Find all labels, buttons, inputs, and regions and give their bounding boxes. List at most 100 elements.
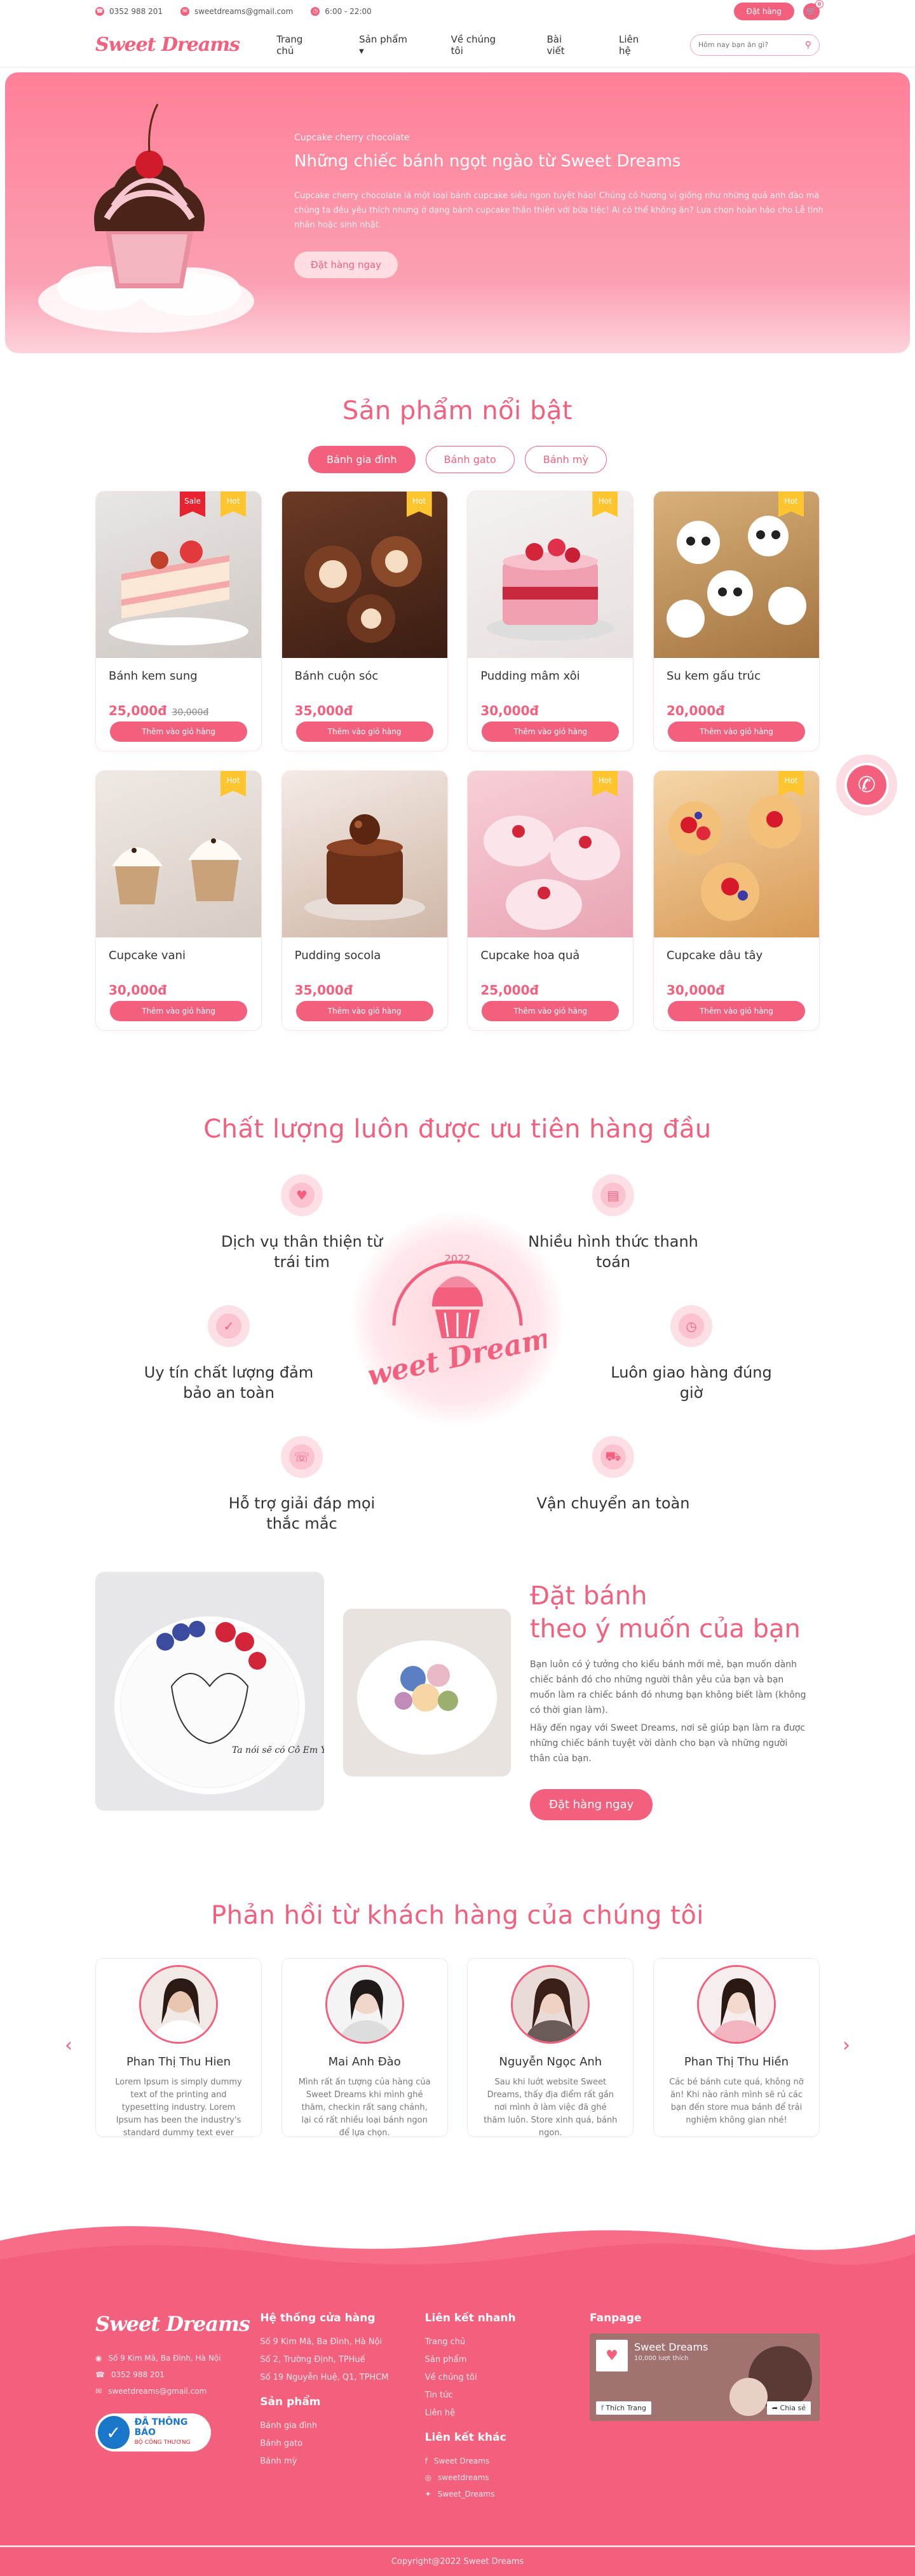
nav-item-products[interactable]: Sản phẩm ▾ [359, 34, 414, 57]
footer-link[interactable]: Tin tức [425, 2387, 590, 2405]
avatar [325, 1965, 404, 2044]
product-price: 35,000đ [294, 983, 353, 998]
product-image: Hot [468, 492, 634, 658]
add-to-cart-button[interactable]: Thêm vào giỏ hàng [295, 721, 433, 742]
strawberry-tart-illustration [668, 795, 801, 921]
phone-icon: ✆ [844, 763, 889, 807]
tab-gato[interactable]: Bánh gato [425, 446, 515, 473]
tab-bread[interactable]: Bánh mỳ [524, 446, 607, 473]
social-instagram[interactable]: ◎ sweetdreams [425, 2469, 590, 2486]
search-icon[interactable]: ⚲ [805, 40, 811, 50]
footer-email[interactable]: ✉ sweetdreams@gmail.com [95, 2383, 260, 2399]
hero-order-button[interactable]: Đặt hàng ngay [294, 252, 398, 278]
prev-arrow-icon[interactable]: ‹ [65, 2034, 72, 2056]
mail-icon: ✉ [95, 2387, 102, 2396]
product-image: Hot [468, 771, 634, 937]
twitter-icon: ✦ [424, 2490, 431, 2499]
footer-social-title: Liên kết khác [424, 2431, 506, 2444]
quality-title: Chất lượng luôn được ưu tiên hàng đầu [203, 1115, 712, 1144]
site-logo[interactable]: Sweet Dreams [95, 34, 276, 56]
brand-emblem-graphic: 2022 Sweet Dreams [369, 1252, 546, 1397]
flower-cake-image [343, 1609, 511, 1776]
product-name[interactable]: Bánh kem sung [96, 658, 261, 683]
product-name[interactable]: Bánh cuộn sóc [282, 658, 447, 683]
add-to-cart-button[interactable]: Thêm vào giỏ hàng [667, 1001, 805, 1021]
floating-call-button[interactable]: ✆ [836, 755, 897, 815]
product-name[interactable]: Pudding socola [282, 937, 447, 962]
topbar-phone[interactable]: ☎ 0352 988 201 [95, 7, 163, 16]
footer-link[interactable]: Trang chủ [425, 2333, 590, 2351]
review-card: Phan Thị Thu Hiền Các bé bánh cute quá, … [653, 1958, 820, 2137]
shield-check-icon: ✓ [208, 1305, 250, 1347]
avatar [139, 1965, 218, 2044]
order-button[interactable]: Đặt hàng [733, 3, 794, 20]
product-card[interactable]: Hot Su kem gấu trúc 20,000đ Thêm vào giỏ… [653, 491, 820, 751]
instagram-icon: ◎ [424, 2473, 432, 2482]
social-facebook[interactable]: f Sweet Dreams [425, 2453, 590, 2469]
add-to-cart-button[interactable]: Thêm vào giỏ hàng [110, 721, 247, 742]
fanpage-share-button[interactable]: ➦ Chia sẻ [766, 2401, 811, 2415]
support-icon: ☏ [281, 1436, 323, 1478]
product-card[interactable]: Hot Cupcake hoa quả 25,000đ Thêm vào giỏ… [467, 770, 634, 1031]
tab-family-cakes[interactable]: Bánh gia đình [308, 446, 416, 473]
quality-item: ✓ Uy tín chất lượng đảm bảo an toàn [140, 1305, 318, 1403]
review-card: Nguyễn Ngọc Anh Sau khi luớt website Swe… [467, 1958, 634, 2138]
nav-item-home[interactable]: Trang chủ [276, 34, 322, 57]
product-price: 25,000đ [109, 703, 167, 718]
product-card[interactable]: Hot Cupcake dâu tây 30,000đ Thêm vào giỏ… [653, 770, 820, 1031]
bct-certification-badge[interactable]: ✓ ĐÃ THÔNG BÁO BỘ CÔNG THƯƠNG [95, 2413, 211, 2452]
product-card[interactable]: Hot Pudding mâm xôi 30,000đ Thêm vào giỏ… [467, 491, 634, 751]
main-navigation: Sweet Dreams Trang chủ Sản phẩm ▾ Về chú… [0, 23, 915, 67]
reviewer-name: Phan Thị Thu Hien [126, 2055, 231, 2069]
nav-item-contact[interactable]: Liên hệ [619, 34, 653, 57]
footer-phone[interactable]: ☎ 0352 988 201 [95, 2366, 260, 2383]
footer-logo[interactable]: Sweet Dreams [95, 2312, 260, 2336]
hero-subtitle: Cupcake cherry chocolate [294, 133, 410, 143]
nav-item-posts[interactable]: Bài viết [546, 34, 582, 57]
custom-order-button[interactable]: Đặt hàng ngay [530, 1789, 653, 1820]
nav-item-about[interactable]: Về chúng tôi [451, 34, 510, 57]
product-card[interactable]: Hot Cupcake vani 30,000đ Thêm vào giỏ hà… [95, 770, 262, 1031]
add-to-cart-button[interactable]: Thêm vào giỏ hàng [110, 1001, 247, 1021]
footer-product-link[interactable]: Bánh mỳ [260, 2453, 424, 2471]
add-to-cart-button[interactable]: Thêm vào giỏ hàng [482, 1001, 620, 1021]
product-price: 30,000đ [666, 983, 725, 998]
quality-item: ▤ Nhiều hình thức thanh toán [524, 1174, 702, 1272]
add-to-cart-button[interactable]: Thêm vào giỏ hàng [667, 721, 805, 742]
cart-button[interactable]: 🛒 0 [803, 0, 824, 20]
chocolate-pudding-illustration [304, 814, 425, 920]
reviewer-name: Nguyễn Ngọc Anh [499, 2055, 602, 2069]
product-image: Hot [281, 492, 447, 658]
product-name[interactable]: Cupcake hoa quả [468, 937, 633, 962]
avatar [511, 1965, 590, 2044]
product-name[interactable]: Su kem gấu trúc [654, 658, 819, 683]
search-input[interactable] [698, 41, 805, 49]
product-name[interactable]: Pudding mâm xôi [468, 658, 633, 683]
footer-link[interactable]: Về chúng tôi [425, 2369, 590, 2387]
product-card[interactable]: Sale Hot Bánh kem sung 25,000đ 30,000đ Th… [95, 491, 262, 751]
add-to-cart-button[interactable]: Thêm vào giỏ hàng [482, 721, 620, 742]
footer-product-link[interactable]: Bánh gato [260, 2435, 424, 2453]
product-card[interactable]: Pudding socola 35,000đ Thêm vào giỏ hàng [281, 770, 448, 1031]
product-name[interactable]: Cupcake dâu tây [654, 937, 819, 962]
hero-description: Cupcake cherry chocolate là một loại bán… [294, 191, 824, 230]
fanpage-avatar-icon: ♥ [595, 2340, 628, 2371]
add-to-cart-button[interactable]: Thêm vào giỏ hàng [295, 1001, 433, 1021]
footer-link[interactable]: Sản phẩm [425, 2351, 590, 2369]
custom-cake-image: Ta nói sẽ có Cô Em Yêu [95, 1572, 324, 1811]
product-name[interactable]: Cupcake vani [96, 937, 261, 962]
fanpage-widget[interactable]: ♥ Sweet Dreams 10,000 lượt thích f Thích… [589, 2333, 820, 2421]
avatar [696, 1965, 776, 2044]
fanpage-like-button[interactable]: f Thích Trang [595, 2401, 651, 2415]
topbar-hours: ◷ 6:00 - 22:00 [311, 7, 372, 16]
topbar-email[interactable]: ✉ sweetdreams@gmail.com [180, 7, 293, 16]
footer-product-link[interactable]: Bánh gia đình [260, 2417, 424, 2435]
fanpage-likes: 10,000 lượt thích [634, 2355, 689, 2362]
product-card[interactable]: Hot Bánh cuộn sóc 35,000đ Thêm vào giỏ h… [281, 491, 448, 751]
social-twitter[interactable]: ✦ Sweet_Dreams [425, 2486, 590, 2502]
product-image: Hot [653, 771, 819, 937]
footer-link[interactable]: Liên hệ [425, 2405, 590, 2422]
flower-cake-illustration [343, 1609, 511, 1776]
review-text: Lorem Ipsum is simply dummy text of the … [115, 2077, 242, 2138]
next-arrow-icon[interactable]: › [843, 2034, 850, 2056]
